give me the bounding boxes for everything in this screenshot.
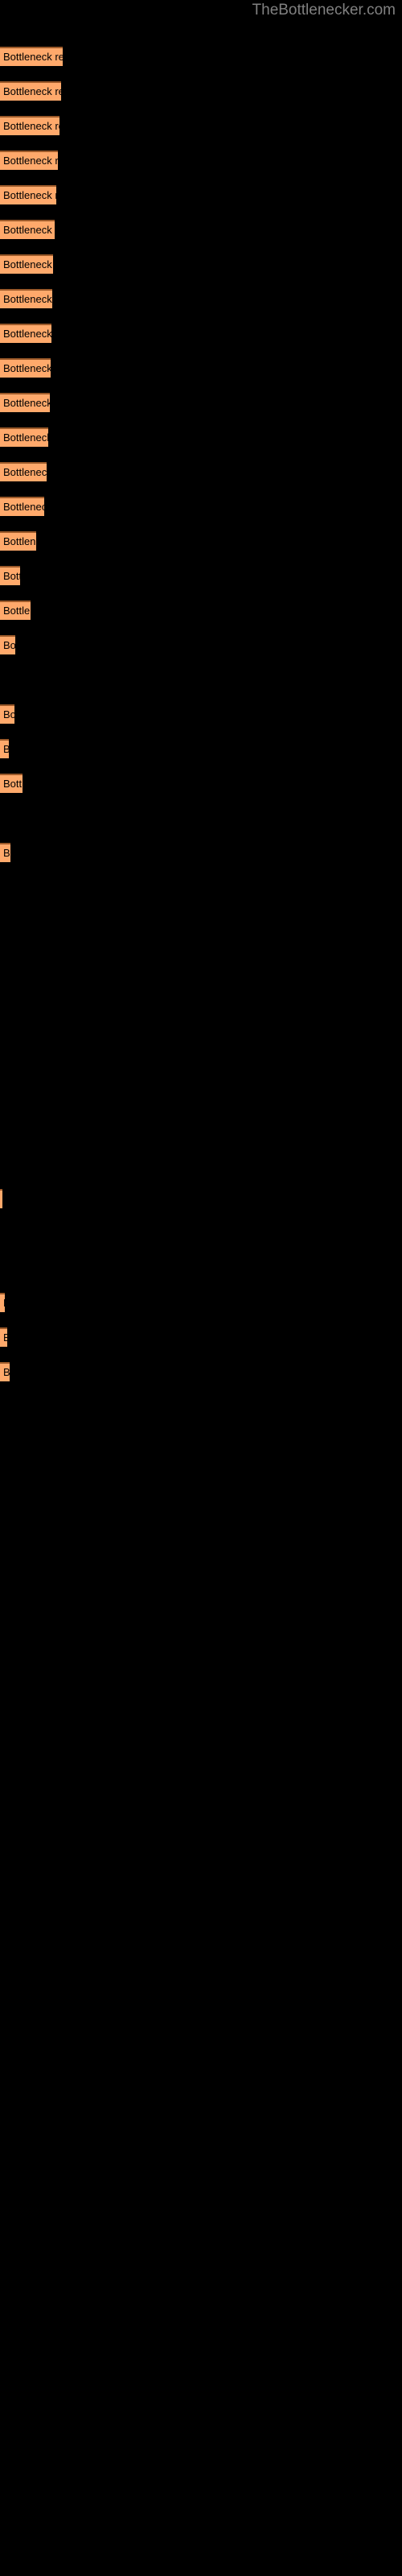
bar-row: Bottleneck result: [0, 1327, 7, 1347]
bar-row: Bottleneck result: [0, 704, 14, 724]
bar-chart: TheBottlenecker.com Bottleneck result Bot…: [0, 0, 402, 2576]
bar-row: Bottleneck result: [0, 531, 36, 551]
bar: Bottleneck result: [0, 427, 48, 447]
bar: Bottleneck result: [0, 151, 58, 170]
bar-label: Bottleneck result: [3, 85, 61, 97]
bar-row: Bottleneck result: [0, 566, 20, 585]
bar: Bottleneck result: [0, 47, 63, 66]
bar-row: Bottleneck result: [0, 1293, 5, 1312]
bar: Bottleneck result: [0, 601, 31, 620]
bar: Bottleneck result: [0, 531, 36, 551]
bar: Bottleneck result: [0, 358, 51, 378]
bar-row: Bottleneck result: [0, 635, 15, 654]
bar: Bottleneck result: [0, 497, 44, 516]
bar: Bottleneck result: [0, 220, 55, 239]
bar-row: Bottleneck result: [0, 843, 10, 862]
bar: Bottleneck result: [0, 1327, 7, 1347]
bar-row: Bottleneck result: [0, 739, 9, 758]
bar-label: Bottleneck result: [3, 1332, 7, 1344]
bar-label: Bottleneck result: [3, 431, 48, 444]
bar-row: Bottleneck result: [0, 151, 58, 170]
bar: Bottleneck result: [0, 635, 15, 654]
bar-label: Bottleneck result: [3, 189, 56, 201]
bar: Bottleneck result: [0, 1293, 5, 1312]
bar: Bottleneck result: [0, 1362, 10, 1381]
bar: Bottleneck result: [0, 462, 47, 481]
bar-label: Bottleneck result: [3, 501, 44, 513]
bar: Bottleneck result: [0, 774, 23, 793]
bar-label: Bottleneck result: [3, 778, 23, 790]
bar-row: Bottleneck result: [0, 1189, 2, 1208]
site-title: TheBottlenecker.com: [252, 2, 396, 19]
bar-label: Bottleneck result: [3, 224, 55, 236]
bar-label: Bottleneck result: [3, 155, 58, 167]
bar-label: Bottleneck result: [3, 293, 52, 305]
bar: Bottleneck result: [0, 185, 56, 204]
bar-label: Bottleneck result: [3, 1366, 10, 1378]
bar: Bottleneck result: [0, 566, 20, 585]
bar-row: Bottleneck result: [0, 774, 23, 793]
bar-row: Bottleneck result: [0, 185, 56, 204]
bar-row: Bottleneck result: [0, 81, 61, 101]
bar-label: Bottleneck result: [3, 605, 31, 617]
bar-row: Bottleneck result: [0, 254, 53, 274]
bar-label: Bottleneck result: [3, 120, 59, 132]
bar: Bottleneck result: [0, 116, 59, 135]
bar: Bottleneck result: [0, 81, 61, 101]
bar-row: Bottleneck result: [0, 462, 47, 481]
bar-row: Bottleneck result: [0, 1362, 10, 1381]
bar: Bottleneck result: [0, 254, 53, 274]
bar-label: Bottleneck result: [3, 708, 14, 720]
bar-row: Bottleneck result: [0, 497, 44, 516]
bar-row: Bottleneck result: [0, 601, 31, 620]
bar: Bottleneck result: [0, 1189, 2, 1208]
bar-label: Bottleneck result: [3, 535, 36, 547]
bar-label: Bottleneck result: [3, 1298, 5, 1309]
bar-row: Bottleneck result: [0, 47, 63, 66]
bar-label: Bottleneck result: [3, 51, 63, 63]
bar: Bottleneck result: [0, 843, 10, 862]
bar-row: Bottleneck result: [0, 393, 50, 412]
bar: Bottleneck result: [0, 324, 51, 343]
bar-label: Bottleneck result: [3, 744, 9, 755]
bar-label: Bottleneck result: [3, 362, 51, 374]
bar-label: Bottleneck result: [3, 397, 50, 409]
bar-row: Bottleneck result: [0, 427, 48, 447]
bar-row: Bottleneck result: [0, 220, 55, 239]
bar: Bottleneck result: [0, 704, 14, 724]
bar-row: Bottleneck result: [0, 324, 51, 343]
bar: Bottleneck result: [0, 289, 52, 308]
bar-label: Bottleneck result: [3, 328, 51, 340]
bar-label: Bottleneck result: [3, 570, 20, 582]
bar: Bottleneck result: [0, 739, 9, 758]
bar-row: Bottleneck result: [0, 358, 51, 378]
bar-label: Bottleneck result: [3, 258, 53, 270]
bar-label: Bottleneck result: [3, 466, 47, 478]
bar-label: Bottleneck result: [3, 639, 15, 651]
bar-label: Bottleneck result: [3, 847, 10, 859]
bar-row: Bottleneck result: [0, 289, 52, 308]
bar: Bottleneck result: [0, 393, 50, 412]
bar-row: Bottleneck result: [0, 116, 59, 135]
